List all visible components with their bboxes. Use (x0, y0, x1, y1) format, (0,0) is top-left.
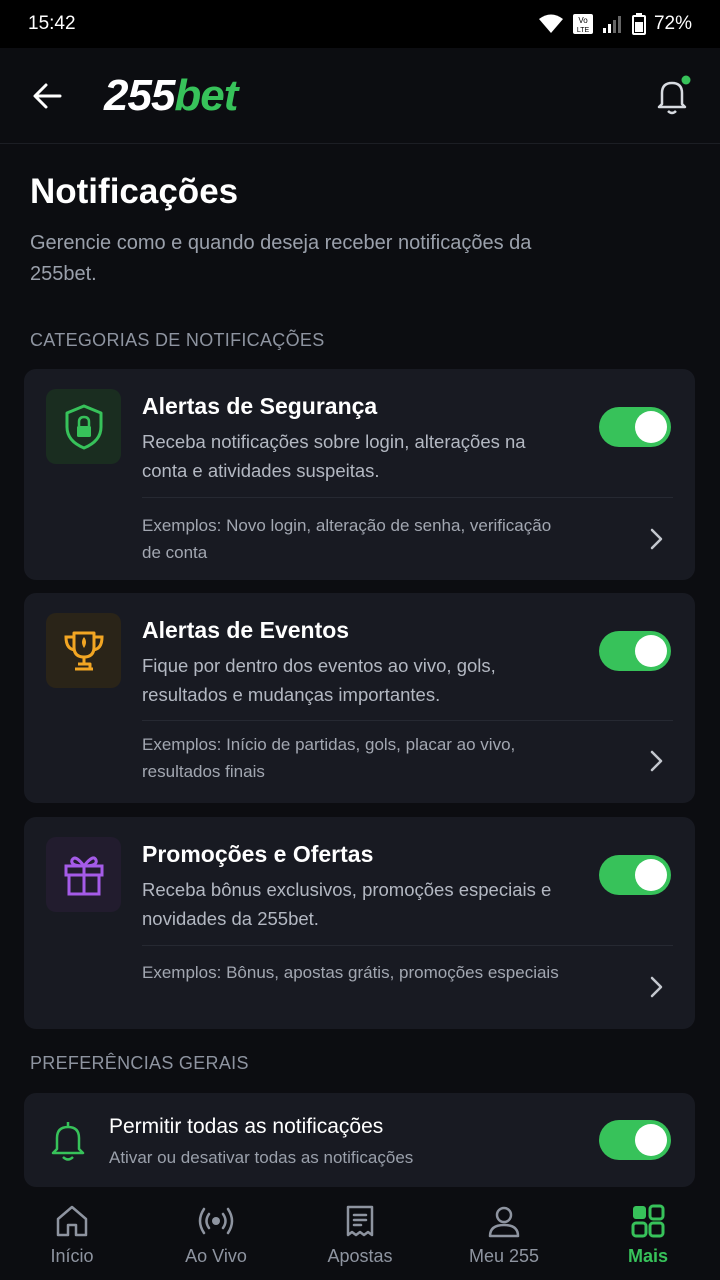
allow-all-notifications-card: Permitir todas as notificações Ativar ou… (24, 1093, 695, 1187)
bell-icon (51, 1122, 85, 1161)
card-divider (142, 497, 673, 498)
card-examples: Exemplos: Bônus, apostas grátis, promoçõ… (142, 963, 559, 982)
card-divider (142, 945, 673, 946)
notifications-bell-icon[interactable] (652, 74, 692, 118)
categories-section-label: CATEGORIAS DE NOTIFICAÇÕES (30, 330, 325, 350)
toggle-knob (635, 411, 667, 443)
status-bar: 15:42 Vo LTE 72% (0, 0, 720, 48)
card-title: Alertas de Eventos (142, 617, 350, 643)
card-description: Receba notificações sobre login, alteraç… (142, 431, 526, 481)
user-icon (488, 1206, 520, 1238)
battery-icon (631, 13, 646, 35)
card-event-alerts: Alertas de Eventos Fique por dentro dos … (24, 593, 695, 803)
trophy-icon (63, 631, 104, 670)
bottom-nav: Início Ao Vivo Apostas Meu 255 Mais (0, 1188, 720, 1280)
toggle-knob (635, 635, 667, 667)
bets-icon (346, 1205, 374, 1237)
card-security-alerts: Alertas de Segurança Receba notificações… (24, 369, 695, 580)
toggle-knob (635, 1124, 667, 1156)
back-arrow-icon[interactable] (28, 78, 68, 114)
nav-item-meu-255[interactable]: Meu 255 (432, 1188, 576, 1280)
shield-lock-icon (65, 404, 102, 449)
chevron-right-icon[interactable] (644, 975, 668, 999)
pref-subtitle: Ativar ou desativar todas as notificaçõe… (109, 1148, 414, 1167)
card-description: Receba bônus exclusivos, promoções espec… (142, 879, 552, 929)
volte-icon: Vo LTE (572, 14, 593, 34)
nav-item-apostas[interactable]: Apostas (288, 1188, 432, 1280)
nav-label: Apostas (327, 1246, 393, 1266)
toggle-knob (635, 859, 667, 891)
wifi-icon (538, 14, 563, 33)
home-icon (56, 1205, 88, 1237)
pref-title: Permitir todas as notificações (109, 1115, 384, 1138)
card-promotions: Promoções e Ofertas Receba bônus exclusi… (24, 817, 695, 1029)
nav-item-mais[interactable]: Mais (576, 1188, 720, 1280)
card-icon-container (46, 389, 121, 464)
card-icon-container (46, 837, 121, 912)
page-subtitle: Gerencie como e quando deseja receber no… (30, 232, 532, 285)
general-section-label: PREFERÊNCIAS GERAIS (30, 1053, 249, 1073)
signal-icon (602, 16, 621, 33)
event-alerts-toggle[interactable] (599, 631, 671, 671)
card-examples: Exemplos: Novo login, alteração de senha… (142, 516, 552, 562)
live-icon (198, 1207, 234, 1235)
nav-item-ao-vivo[interactable]: Ao Vivo (144, 1188, 288, 1280)
card-divider (142, 720, 673, 721)
nav-label: Mais (627, 1246, 669, 1266)
card-icon-container (46, 613, 121, 688)
grid-icon (631, 1204, 665, 1238)
promotions-toggle[interactable] (599, 855, 671, 895)
chevron-right-icon[interactable] (644, 749, 668, 773)
svg-text:LTE: LTE (577, 27, 590, 34)
allow-all-toggle[interactable] (599, 1120, 671, 1160)
card-description: Fique por dentro dos eventos ao vivo, go… (142, 655, 496, 705)
nav-item-inicio[interactable]: Início (0, 1188, 144, 1280)
page-title: Notificações (30, 172, 239, 211)
battery-level: 72% (653, 13, 692, 34)
nav-label: Ao Vivo (185, 1246, 247, 1266)
brand-logo[interactable]: 255bet (104, 71, 238, 120)
card-examples: Exemplos: Início de partidas, gols, plac… (142, 735, 516, 781)
status-time: 15:42 (28, 13, 76, 34)
security-alerts-toggle[interactable] (599, 407, 671, 447)
svg-text:Vo: Vo (578, 16, 588, 25)
card-title: Promoções e Ofertas (142, 841, 374, 867)
nav-label: Meu 255 (468, 1246, 540, 1266)
gift-icon (64, 856, 103, 895)
status-icons: Vo LTE 72% (538, 13, 692, 35)
chevron-right-icon[interactable] (644, 527, 668, 551)
card-title: Alertas de Segurança (142, 393, 378, 419)
nav-label: Início (50, 1246, 94, 1266)
logo-word: bet (174, 71, 238, 120)
logo-number: 255 (104, 71, 175, 120)
app-header: 255bet (0, 48, 720, 144)
